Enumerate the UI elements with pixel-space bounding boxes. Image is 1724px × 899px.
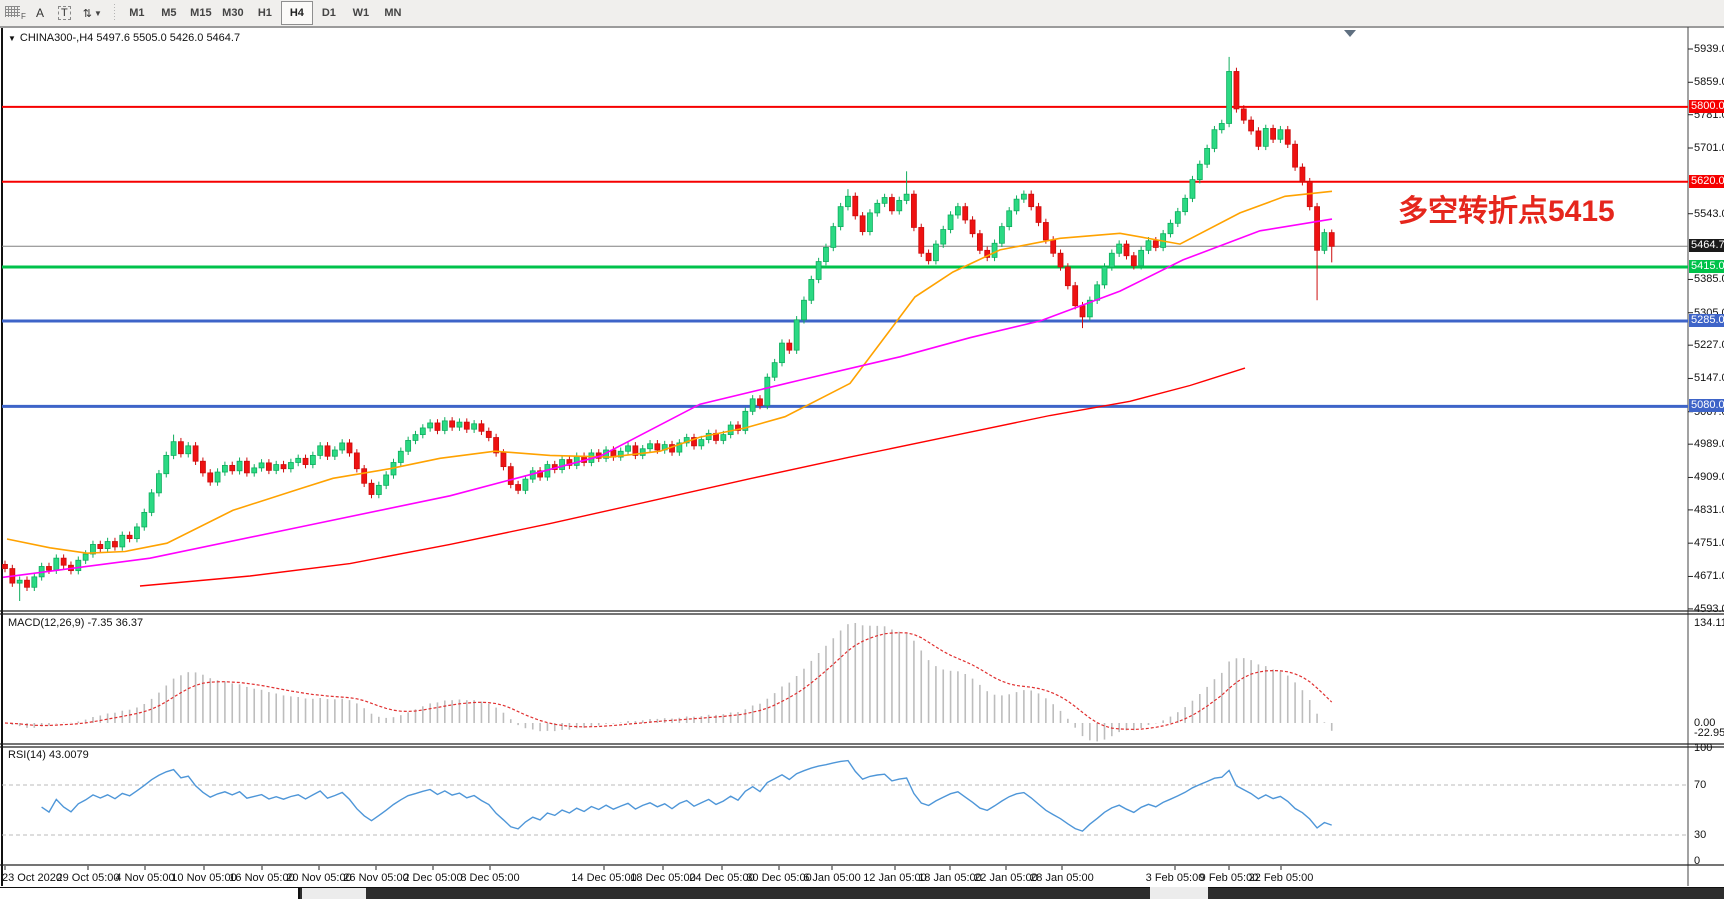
bottom-strip-segment [302, 887, 366, 899]
price-axis-label: 4831.0 [1694, 504, 1724, 516]
price-badge: 5080.0 [1689, 399, 1724, 412]
timeframe-button-d1[interactable]: D1 [313, 1, 345, 25]
timeframe-button-h4[interactable]: H4 [281, 1, 313, 25]
mt4-terminal: F A T ⇅ ▼ M1M5M15M30H1H4D1W1MN ▼ CHINA300… [0, 0, 1724, 899]
timeframe-button-group: M1M5M15M30H1H4D1W1MN [121, 1, 409, 25]
price-axis-label: 4989.0 [1694, 438, 1724, 450]
grid-f-letter: F [21, 12, 26, 21]
date-axis-label: 22 Jan 05:00 [974, 872, 1038, 884]
rsi-line [42, 761, 1332, 832]
price-axis-label: 5701.0 [1694, 142, 1724, 154]
price-badge: 5620.0 [1689, 175, 1724, 188]
date-axis-label: 14 Dec 05:00 [571, 872, 636, 884]
date-axis-label: 18 Dec 05:00 [630, 872, 695, 884]
timeframe-button-m30[interactable]: M30 [217, 1, 249, 25]
bottom-strip-segment [0, 887, 300, 899]
chart-title: ▼ CHINA300-,H4 5497.6 5505.0 5426.0 5464.… [8, 32, 240, 44]
price-axis-label: 5147.0 [1694, 372, 1724, 384]
date-axis-label: 18 Jan 05:00 [918, 872, 982, 884]
date-axis-label: 4 Nov 05:00 [115, 872, 174, 884]
price-axis-label: 5385.0 [1694, 273, 1724, 285]
date-axis-label: 8 Dec 05:00 [460, 872, 519, 884]
price-axis-label: 5543.0 [1694, 208, 1724, 220]
rsi-axis-label: 0 [1694, 855, 1700, 867]
macd-label: MACD(12,26,9) -7.35 36.37 [8, 617, 143, 629]
date-axis-label: 26 Nov 05:00 [343, 872, 408, 884]
date-axis-label: 16 Nov 05:00 [229, 872, 294, 884]
price-axis-label: 4751.0 [1694, 537, 1724, 549]
price-axis-label: 4909.0 [1694, 471, 1724, 483]
ma-fast-line [7, 191, 1332, 553]
chart-collapse-icon[interactable]: ▼ [8, 34, 16, 43]
text-tool-button[interactable]: T [53, 3, 76, 23]
cursor-arrows-button[interactable]: ⇅ ▼ [78, 3, 107, 23]
date-axis-label: 2 Dec 05:00 [403, 872, 462, 884]
chart-canvas[interactable] [0, 27, 1724, 899]
price-axis-label: 5939.0 [1694, 43, 1724, 55]
date-axis-label: 30 Dec 05:00 [746, 872, 811, 884]
macd-axis-label: -22.95 [1694, 727, 1724, 739]
date-axis-label: 29 Oct 05:00 [57, 872, 120, 884]
price-axis-label: 5227.0 [1694, 339, 1724, 351]
timeframe-button-m1[interactable]: M1 [121, 1, 153, 25]
subwindow-collapse-icon[interactable] [1344, 30, 1356, 37]
toolbar-separator [112, 4, 117, 22]
price-badge: 5415.0 [1689, 260, 1724, 273]
candlestick-layer [3, 57, 1335, 601]
price-badge: 5800.0 [1689, 100, 1724, 113]
macd-signal-line [5, 633, 1332, 730]
ma-mid-line [3, 219, 1332, 577]
price-axis-label: 4593.0 [1694, 603, 1724, 615]
rsi-axis-label: 30 [1694, 829, 1706, 841]
rsi-axis-label: 100 [1694, 742, 1712, 754]
timeframe-button-w1[interactable]: W1 [345, 1, 377, 25]
date-axis-label: 24 Dec 05:00 [689, 872, 754, 884]
macd-axis-label: 134.11 [1694, 617, 1724, 629]
ma-slow-line [140, 368, 1245, 586]
text-tool-icon: T [58, 6, 71, 20]
price-axis-label: 5859.0 [1694, 76, 1724, 88]
toolbar: F A T ⇅ ▼ M1M5M15M30H1H4D1W1MN [0, 0, 1724, 27]
price-axis-label: 4671.0 [1694, 570, 1724, 582]
date-axis-label: 22 Feb 05:00 [1249, 872, 1314, 884]
cursor-arrows-icon: ⇅ [83, 7, 92, 20]
price-badge: 5285.0 [1689, 314, 1724, 327]
timeframe-button-m5[interactable]: M5 [153, 1, 185, 25]
date-axis-label: 28 Jan 05:00 [1030, 872, 1094, 884]
chart-grid-f-icon[interactable]: F [2, 4, 28, 22]
chevron-down-icon: ▼ [94, 9, 102, 18]
rsi-label: RSI(14) 43.0079 [8, 749, 89, 761]
grid-dots-icon [5, 6, 20, 17]
annotation-text: 多空转折点5415 [1398, 186, 1615, 230]
price-badge: 5464.7 [1689, 239, 1724, 252]
macd-histogram [5, 623, 1332, 741]
date-axis-label: 10 Nov 05:00 [171, 872, 236, 884]
timeframe-button-mn[interactable]: MN [377, 1, 409, 25]
date-axis-label: 20 Nov 05:00 [286, 872, 351, 884]
chart-window: ▼ CHINA300-,H4 5497.6 5505.0 5426.0 5464.… [0, 27, 1724, 899]
bottom-strip-segment [1150, 887, 1208, 899]
letter-a-tool-button[interactable]: A [29, 3, 51, 23]
date-axis-label: 6 Jan 05:00 [803, 872, 861, 884]
letter-a-icon: A [36, 6, 44, 20]
date-axis-label: 3 Feb 05:00 [1146, 872, 1205, 884]
date-axis-label: 23 Oct 2020 [2, 872, 62, 884]
timeframe-button-m15[interactable]: M15 [185, 1, 217, 25]
chart-title-text: CHINA300-,H4 5497.6 5505.0 5426.0 5464.7 [20, 32, 240, 44]
timeframe-button-h1[interactable]: H1 [249, 1, 281, 25]
rsi-axis-label: 70 [1694, 779, 1706, 791]
